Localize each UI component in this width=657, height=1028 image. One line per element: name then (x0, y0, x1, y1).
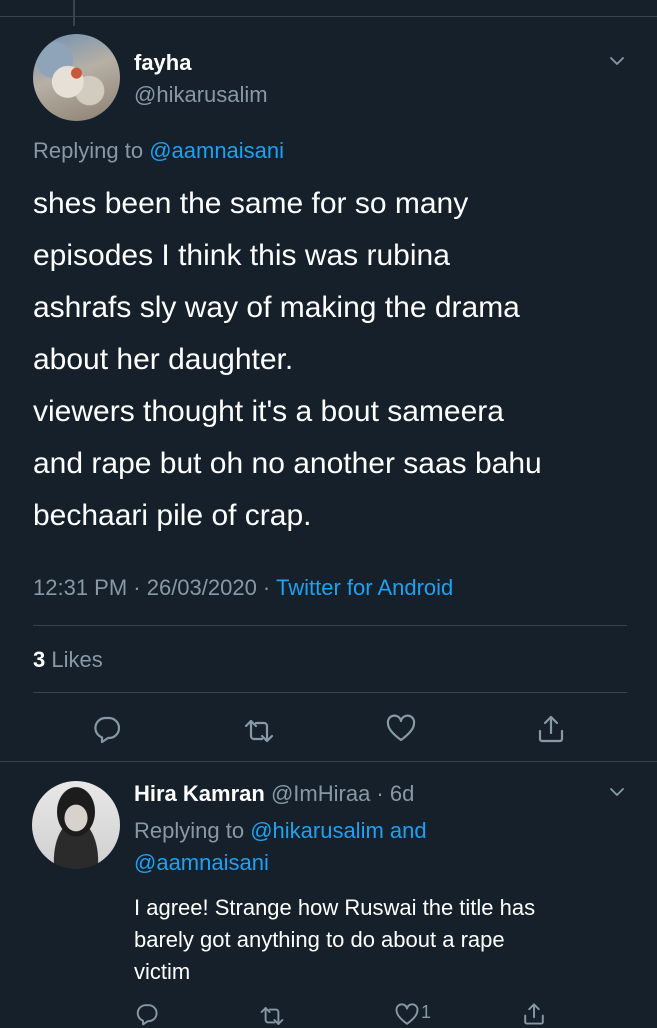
tweet-timestamp: 12:31 PM · 26/03/2020 · (33, 575, 276, 600)
retweet-icon[interactable] (260, 1004, 284, 1028)
reply-icon[interactable] (92, 714, 122, 744)
reply-icon[interactable] (135, 1002, 159, 1026)
tweet-text-line: viewers thought it's a bout sameera (33, 395, 504, 428)
likes-count[interactable]: 3 Likes (33, 647, 103, 673)
tweet-text-line: shes been the same for so many (33, 187, 469, 220)
top-divider (0, 16, 657, 17)
replying-prefix: Replying to (33, 138, 150, 163)
likes-label: Likes (45, 647, 103, 672)
divider (33, 625, 627, 626)
avatar[interactable] (33, 34, 120, 121)
display-name[interactable]: Hira Kamran (134, 781, 265, 806)
share-icon[interactable] (522, 1002, 546, 1026)
user-handle[interactable]: @hikarusalim (134, 82, 268, 108)
tweet-text-line: ashrafs sly way of making the drama (33, 291, 520, 324)
tweet-text-line: about her daughter. (33, 343, 294, 376)
replying-to-link[interactable]: @aamnaisani (149, 138, 284, 163)
replying-to-link[interactable]: @hikarusalim (250, 818, 384, 843)
like-count: 1 (421, 1002, 432, 1022)
tweet-meta: 12:31 PM · 26/03/2020 · Twitter for Andr… (33, 575, 453, 601)
tweet-text: shes been the same for so many episodes … (33, 178, 633, 542)
replying-to: Replying to @aamnaisani (33, 138, 284, 164)
avatar[interactable] (32, 781, 120, 869)
replying-and: and (383, 818, 427, 843)
replying-prefix: Replying to (134, 818, 251, 843)
tweet-text-line: victim (134, 959, 191, 984)
like-icon[interactable] (395, 1003, 419, 1027)
replying-to-link[interactable]: @aamnaisani (134, 850, 269, 875)
user-handle-and-time: @ImHiraa · 6d (264, 781, 415, 806)
tweet-text-line: I agree! Strange how Ruswai the title ha… (134, 895, 536, 920)
divider (33, 692, 627, 693)
likes-number: 3 (33, 647, 46, 672)
replying-to: Replying to @hikarusalim and @aamnaisani (134, 815, 614, 879)
like-icon[interactable] (386, 714, 416, 744)
chevron-down-icon[interactable] (610, 785, 624, 799)
section-divider (0, 761, 657, 762)
display-name[interactable]: fayha (134, 50, 191, 76)
tweet-text-line: episodes I think this was rubina (33, 239, 450, 272)
tweet-text-line: bechaari pile of crap. (33, 499, 312, 532)
tweet-text-line: barely got anything to do about a rape (134, 927, 505, 952)
tweet-text: I agree! Strange how Ruswai the title ha… (134, 892, 614, 988)
share-icon[interactable] (536, 714, 566, 744)
tweet-source-link[interactable]: Twitter for Android (276, 575, 453, 600)
reply-header: Hira Kamran @ImHiraa · 6d (134, 781, 414, 807)
chevron-down-icon[interactable] (610, 54, 624, 68)
retweet-icon[interactable] (244, 716, 274, 746)
tweet-text-line: and rape but oh no another saas bahu (33, 447, 542, 480)
thread-line (73, 0, 75, 26)
